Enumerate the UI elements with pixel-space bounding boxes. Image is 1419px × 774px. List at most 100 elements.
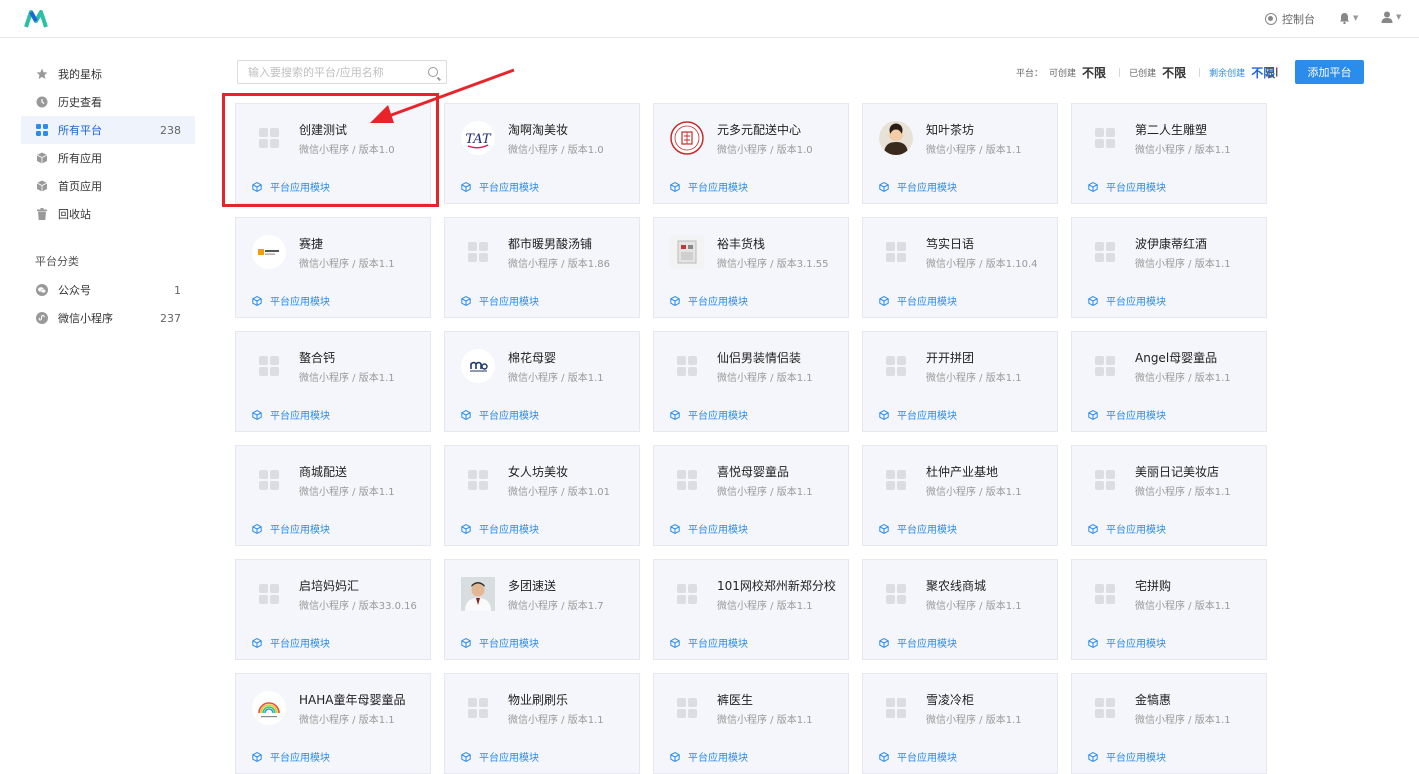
sidebar-item-starred[interactable]: 我的星标	[21, 60, 195, 88]
platform-meta: 微信小程序 / 版本1.1	[1135, 145, 1231, 156]
sidebar-item-all-apps[interactable]: 所有应用	[21, 144, 195, 172]
platform-module-link[interactable]: 平台应用模块	[252, 293, 330, 308]
divider: |	[1198, 67, 1202, 78]
sidebar-item-official-account[interactable]: 公众号 1	[21, 276, 195, 304]
module-label: 平台应用模块	[688, 297, 748, 308]
platform-card[interactable]: 赛捷 微信小程序 / 版本1.1 平台应用模块	[235, 217, 431, 318]
red-seal-logo	[670, 121, 704, 155]
platform-name: 开开拼团	[926, 351, 975, 365]
platform-module-link[interactable]: 平台应用模块	[1088, 179, 1166, 194]
platform-card[interactable]: 美丽日记美妆店 微信小程序 / 版本1.1 平台应用模块	[1071, 445, 1267, 546]
platform-card[interactable]: 女人坊美妆 微信小程序 / 版本1.01 平台应用模块	[444, 445, 640, 546]
sidebar-item-label: 微信小程序	[58, 312, 113, 325]
sort-icon[interactable]	[1266, 66, 1278, 78]
placeholder-thumb-icon	[1088, 463, 1122, 497]
platform-card[interactable]: 宅拼购 微信小程序 / 版本1.1 平台应用模块	[1071, 559, 1267, 660]
platform-module-link[interactable]: 平台应用模块	[670, 521, 748, 536]
module-cube-icon	[461, 751, 471, 762]
platform-card[interactable]: 知叶茶坊 微信小程序 / 版本1.1 平台应用模块	[862, 103, 1058, 204]
console-link[interactable]: 控制台	[1265, 11, 1315, 27]
platform-module-link[interactable]: 平台应用模块	[252, 407, 330, 422]
platform-module-link[interactable]: 平台应用模块	[670, 179, 748, 194]
platform-meta: 微信小程序 / 版本1.86	[508, 259, 610, 270]
sidebar-item-label: 所有平台	[58, 124, 102, 137]
platform-card[interactable]: 元多元配送中心 微信小程序 / 版本1.0 平台应用模块	[653, 103, 849, 204]
sidebar-item-label: 历史查看	[58, 96, 102, 109]
platform-meta: 微信小程序 / 版本1.01	[508, 487, 610, 498]
platform-name: 仙侣男装情侣装	[717, 351, 802, 365]
platform-card[interactable]: 启培妈妈汇 微信小程序 / 版本33.0.16 平台应用模块	[235, 559, 431, 660]
mianhua-logo	[461, 349, 495, 383]
platform-card[interactable]: 裕丰货栈 微信小程序 / 版本3.1.55 平台应用模块	[653, 217, 849, 318]
platform-name: 裤医生	[717, 693, 754, 707]
platform-module-link[interactable]: 平台应用模块	[1088, 749, 1166, 764]
platform-module-link[interactable]: 平台应用模块	[670, 407, 748, 422]
platform-meta: 微信小程序 / 版本1.1	[508, 373, 604, 384]
platform-card[interactable]: 棉花母婴 微信小程序 / 版本1.1 平台应用模块	[444, 331, 640, 432]
platform-module-link[interactable]: 平台应用模块	[670, 635, 748, 650]
platform-card[interactable]: 第二人生雕塑 微信小程序 / 版本1.1 平台应用模块	[1071, 103, 1267, 204]
sidebar-item-history[interactable]: 历史查看	[21, 88, 195, 116]
platform-card[interactable]: 笃实日语 微信小程序 / 版本1.10.4 平台应用模块	[862, 217, 1058, 318]
platform-card[interactable]: 多团速送 微信小程序 / 版本1.7 平台应用模块	[444, 559, 640, 660]
sidebar-item-all-platforms[interactable]: 所有平台 238	[21, 116, 195, 144]
platform-meta: 微信小程序 / 版本1.1	[299, 373, 395, 384]
module-cube-icon	[461, 637, 471, 648]
platform-module-link[interactable]: 平台应用模块	[879, 521, 957, 536]
sidebar-item-count: 238	[160, 123, 181, 137]
module-label: 平台应用模块	[688, 525, 748, 536]
platform-module-link[interactable]: 平台应用模块	[670, 293, 748, 308]
module-label: 平台应用模块	[479, 639, 539, 650]
module-label: 平台应用模块	[1106, 753, 1166, 764]
platform-module-link[interactable]: 平台应用模块	[252, 521, 330, 536]
platform-module-link[interactable]: 平台应用模块	[879, 179, 957, 194]
platform-meta: 微信小程序 / 版本1.1	[299, 259, 395, 270]
platform-module-link[interactable]: 平台应用模块	[1088, 521, 1166, 536]
platform-card[interactable]: 开开拼团 微信小程序 / 版本1.1 平台应用模块	[862, 331, 1058, 432]
platform-module-link[interactable]: 平台应用模块	[879, 635, 957, 650]
platform-card[interactable]: 商城配送 微信小程序 / 版本1.1 平台应用模块	[235, 445, 431, 546]
placeholder-thumb-icon	[461, 463, 495, 497]
module-label: 平台应用模块	[688, 183, 748, 194]
platform-module-link[interactable]: 平台应用模块	[670, 749, 748, 764]
sidebar-item-count: 1	[174, 283, 181, 297]
platform-card[interactable]: 聚农线商城 微信小程序 / 版本1.1 平台应用模块	[862, 559, 1058, 660]
platform-name: 笃实日语	[926, 237, 975, 251]
platform-module-link[interactable]: 平台应用模块	[879, 293, 957, 308]
add-platform-button[interactable]: 添加平台	[1295, 60, 1364, 84]
platform-module-link[interactable]: 平台应用模块	[1088, 407, 1166, 422]
sidebar-item-miniprogram[interactable]: 微信小程序 237	[21, 304, 195, 332]
platform-card[interactable]: 波伊康蒂红酒 微信小程序 / 版本1.1 平台应用模块	[1071, 217, 1267, 318]
platform-module-link[interactable]: 平台应用模块	[461, 635, 539, 650]
platform-card[interactable]: 仙侣男装情侣装 微信小程序 / 版本1.1 平台应用模块	[653, 331, 849, 432]
platform-module-link[interactable]: 平台应用模块	[461, 749, 539, 764]
platform-module-link[interactable]: 平台应用模块	[879, 749, 957, 764]
platform-card[interactable]: 都市暖男酸汤铺 微信小程序 / 版本1.86 平台应用模块	[444, 217, 640, 318]
wechat-icon	[36, 284, 48, 296]
platform-module-link[interactable]: 平台应用模块	[252, 749, 330, 764]
brand-logo-icon[interactable]	[24, 9, 48, 29]
platform-card[interactable]: 杜仲产业基地 微信小程序 / 版本1.1 平台应用模块	[862, 445, 1058, 546]
sidebar-item-recycle-bin[interactable]: 回收站	[21, 200, 195, 228]
platform-module-link[interactable]: 平台应用模块	[252, 635, 330, 650]
platform-module-link[interactable]: 平台应用模块	[1088, 635, 1166, 650]
user-menu[interactable]: ▼	[1381, 11, 1401, 23]
sidebar-item-home-apps[interactable]: 首页应用	[21, 172, 195, 200]
notification-menu[interactable]: ▼	[1339, 12, 1358, 24]
platform-module-link[interactable]: 平台应用模块	[461, 407, 539, 422]
placeholder-thumb-icon	[670, 577, 704, 611]
module-cube-icon	[252, 751, 262, 762]
module-cube-icon	[879, 181, 889, 192]
platform-module-link[interactable]: 平台应用模块	[461, 521, 539, 536]
platform-module-link[interactable]: 平台应用模块	[461, 179, 539, 194]
platform-module-link[interactable]: 平台应用模块	[461, 293, 539, 308]
platform-module-link[interactable]: 平台应用模块	[879, 407, 957, 422]
platform-card[interactable]: Angel母婴童品 微信小程序 / 版本1.1 平台应用模块	[1071, 331, 1267, 432]
platform-card[interactable]: 喜悦母婴童品 微信小程序 / 版本1.1 平台应用模块	[653, 445, 849, 546]
sidebar-item-count: 237	[160, 311, 181, 325]
platform-card[interactable]: 101网校郑州新郑分校 微信小程序 / 版本1.1 平台应用模块	[653, 559, 849, 660]
platform-quota: 平台： 可创建 不限 | 已创建 不限 | 剩余创建 不限	[1016, 64, 1287, 81]
platform-card[interactable]: 螯合钙 微信小程序 / 版本1.1 平台应用模块	[235, 331, 431, 432]
module-label: 平台应用模块	[479, 297, 539, 308]
platform-module-link[interactable]: 平台应用模块	[1088, 293, 1166, 308]
